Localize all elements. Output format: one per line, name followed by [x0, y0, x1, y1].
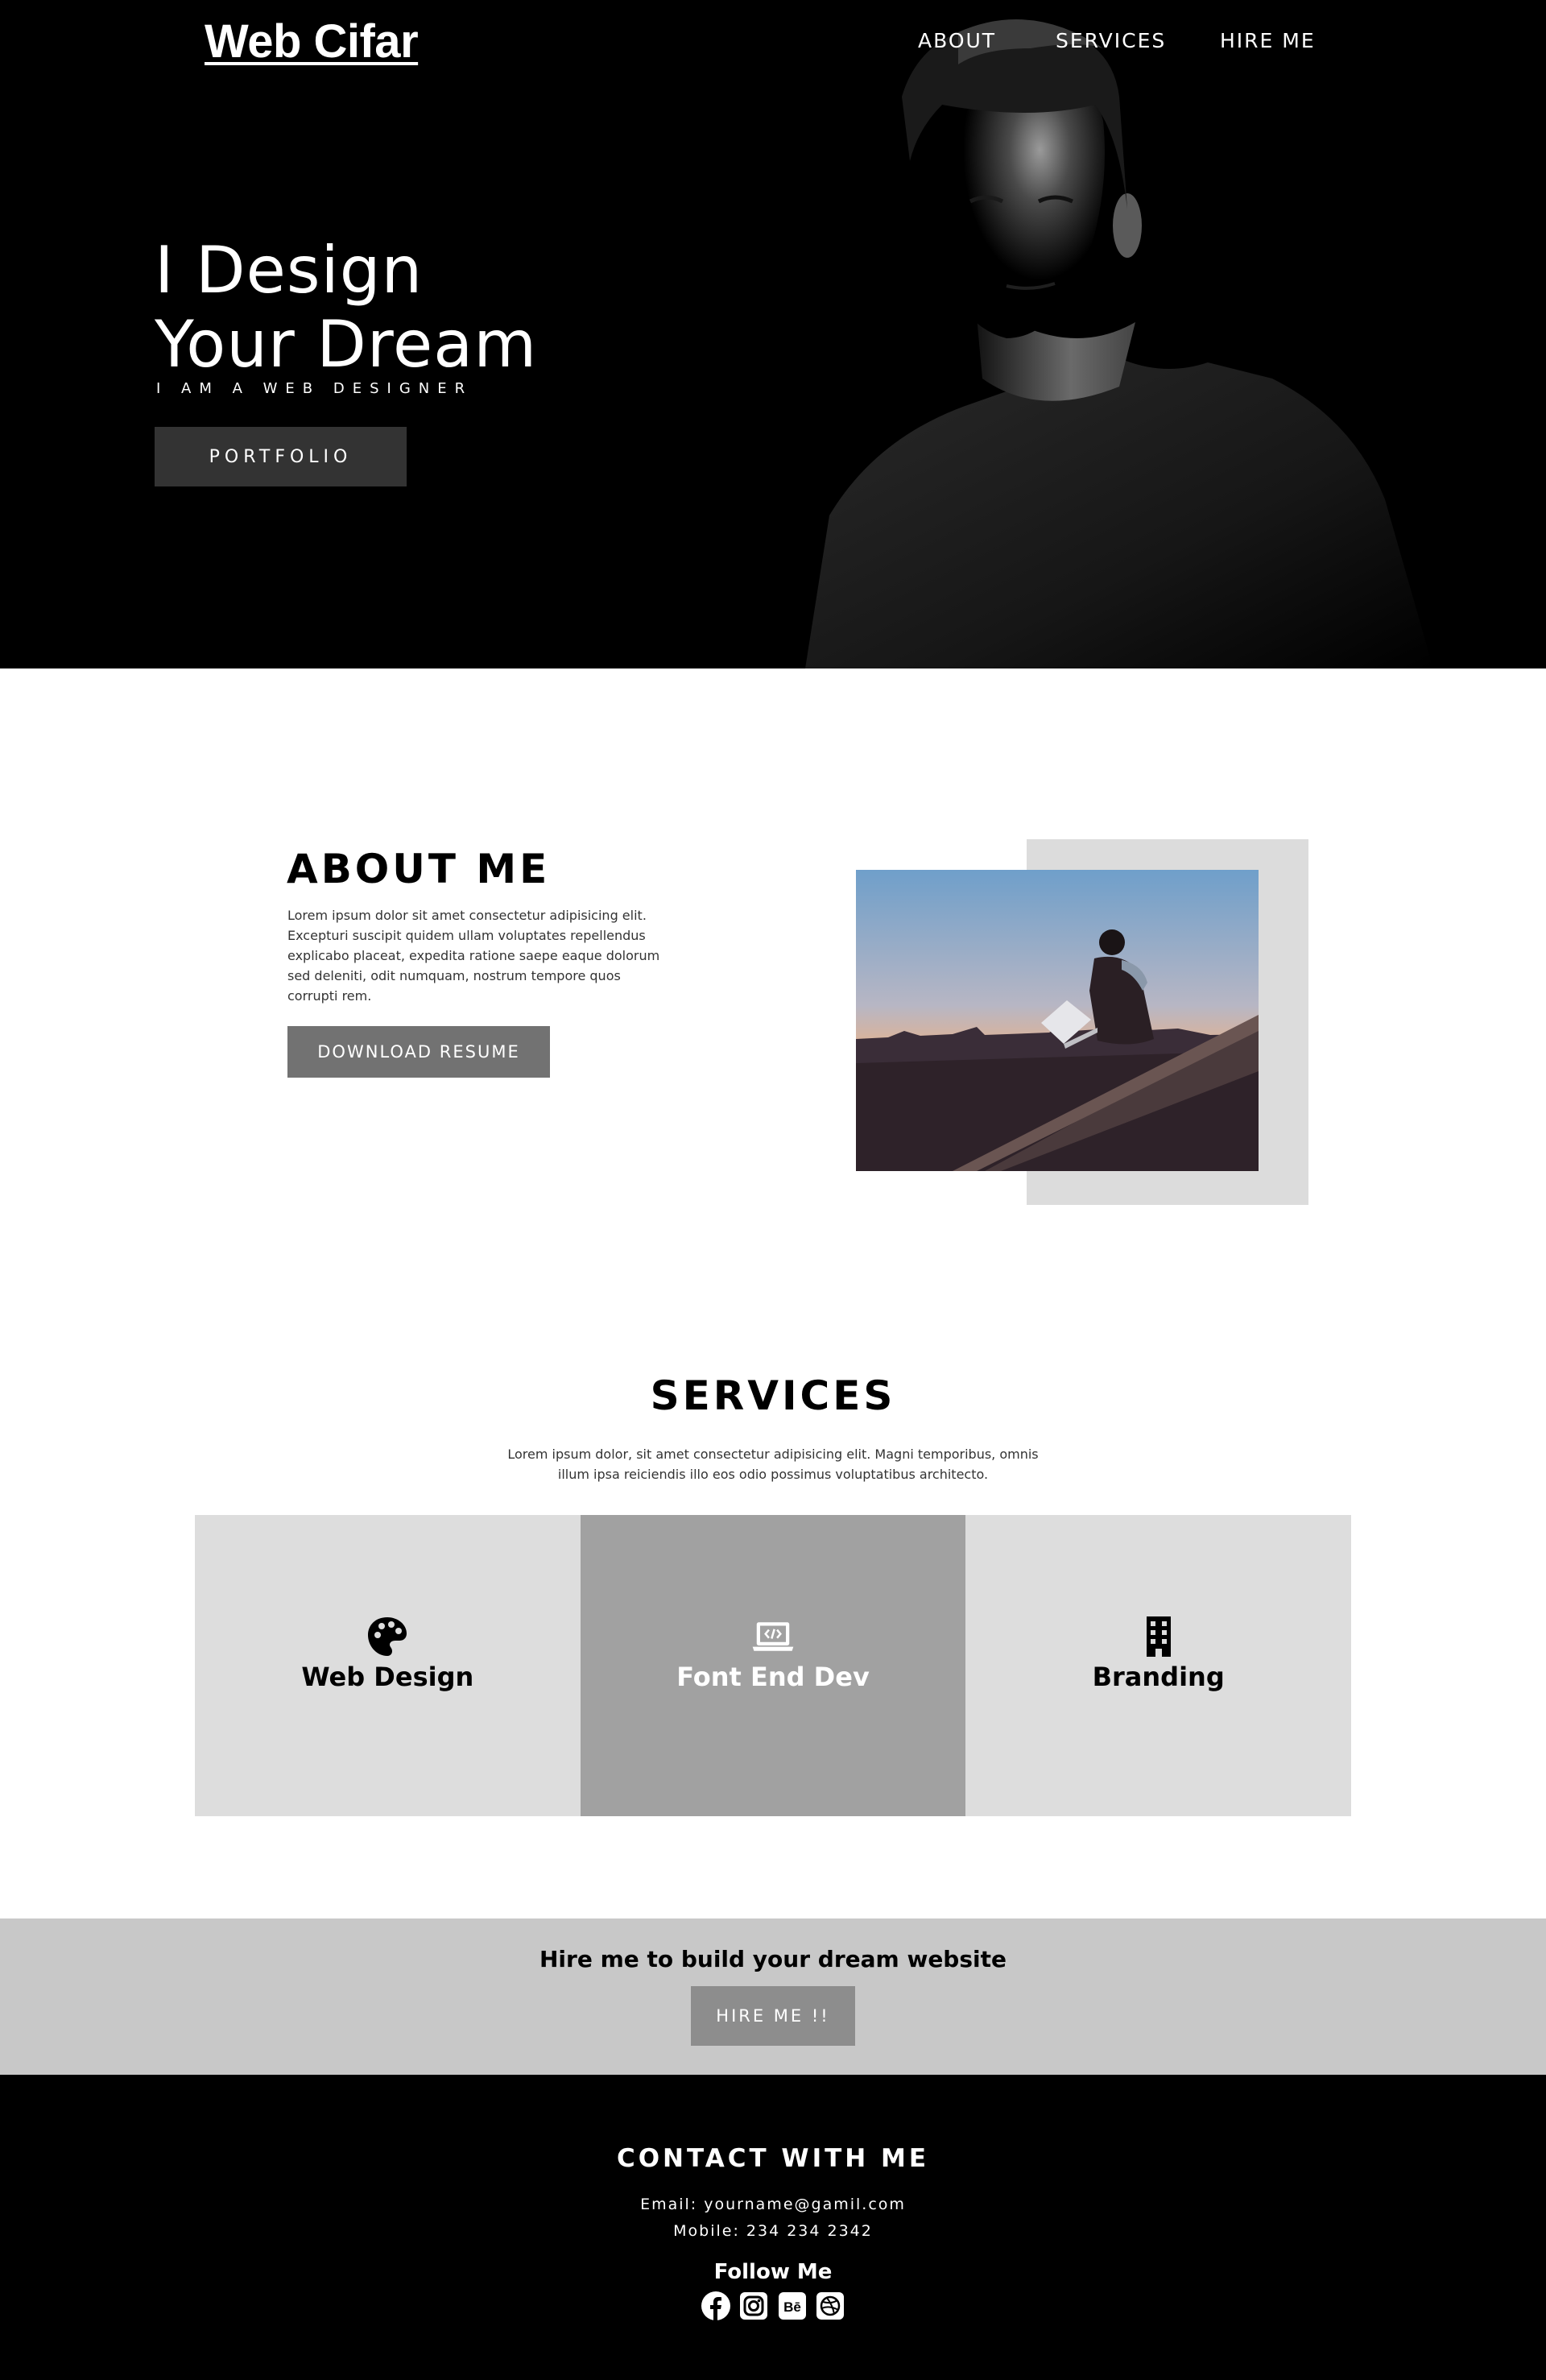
hero-portrait-image [773, 0, 1546, 668]
contact-mobile: Mobile: 234 234 2342 [673, 2222, 873, 2240]
service-card-label: Font End Dev [676, 1662, 870, 1692]
hire-me-button[interactable]: HIRE ME !! [691, 1986, 855, 2046]
contact-title: CONTACT WITH ME [616, 2144, 930, 2173]
hire-me-band: Hire me to build your dream website HIRE… [0, 1918, 1546, 2075]
about-photo [856, 870, 1259, 1171]
hero-title: I Design Your Dream [155, 234, 537, 382]
service-card-web-design[interactable]: Web Design [195, 1515, 581, 1816]
about-text: Lorem ipsum dolor sit amet consectetur a… [287, 908, 660, 1004]
service-card-branding[interactable]: Branding [965, 1515, 1352, 1816]
portfolio-button[interactable]: PORTFOLIO [155, 427, 407, 486]
facebook-icon[interactable] [701, 2291, 731, 2321]
hero-title-line-1: I Design [155, 233, 424, 308]
nav-link-hire-me[interactable]: HIRE ME [1220, 29, 1316, 52]
footer: CONTACT WITH ME Email: yourname@gamil.co… [0, 2075, 1546, 2380]
hire-heading: Hire me to build your dream website [539, 1946, 1007, 1972]
behance-icon[interactable]: Bē [777, 2291, 808, 2321]
palette-icon [368, 1617, 407, 1656]
contact-email: Email: yourname@gamil.com [640, 2196, 906, 2213]
service-card-label: Web Design [301, 1662, 474, 1692]
dribbble-icon[interactable] [815, 2291, 845, 2321]
hero-subtitle: I AM A WEB DESIGNER [156, 380, 473, 397]
svg-text:Bē: Bē [783, 2299, 801, 2315]
hero-section: Web Cifar ABOUT SERVICES HIRE ME I Desig… [0, 0, 1546, 668]
social-links: Bē [701, 2291, 845, 2323]
laptop-code-icon [752, 1622, 794, 1651]
services-title: SERVICES [650, 1372, 896, 1419]
services-text: Lorem ipsum dolor, sit amet consectetur … [507, 1447, 1039, 1482]
brand-logo[interactable]: Web Cifar [205, 14, 419, 68]
nav-link-services[interactable]: SERVICES [1056, 29, 1166, 52]
hero-title-line-2: Your Dream [155, 307, 538, 382]
service-card-label: Branding [1092, 1662, 1225, 1692]
nav-link-about[interactable]: ABOUT [918, 29, 996, 52]
building-icon [1146, 1616, 1171, 1657]
download-resume-button[interactable]: DOWNLOAD RESUME [287, 1026, 550, 1078]
instagram-icon[interactable] [738, 2291, 769, 2321]
follow-me-title: Follow Me [713, 2260, 833, 2284]
service-card-front-end-dev[interactable]: Font End Dev [580, 1515, 966, 1816]
about-title: ABOUT ME [287, 846, 551, 892]
services-cards: Web Design Font End Dev Branding [195, 1515, 1352, 1816]
